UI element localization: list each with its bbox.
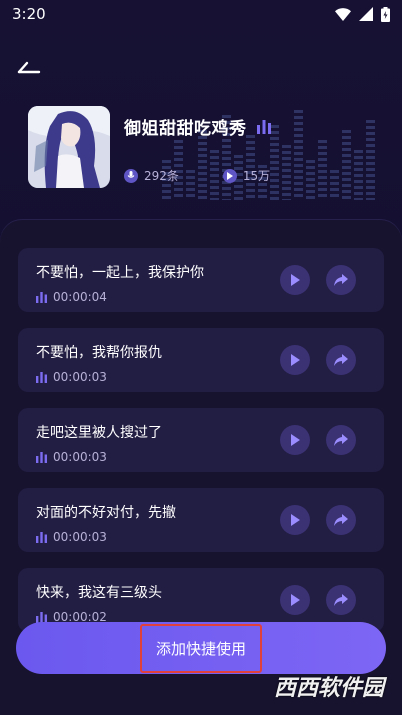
voice-item-duration: 00:00:03 — [36, 370, 107, 384]
play-icon — [291, 354, 300, 366]
play-button[interactable] — [280, 345, 310, 375]
watermark: 西西软件园 — [273, 676, 384, 701]
play-count-icon — [222, 168, 237, 183]
wifi-icon — [335, 7, 351, 21]
play-button[interactable] — [280, 505, 310, 535]
share-icon — [334, 514, 348, 526]
stat-count-value: 292条 — [144, 169, 179, 183]
play-icon — [291, 274, 300, 286]
voice-item[interactable]: 走吧这里被人搜过了 00:00:03 — [18, 408, 384, 472]
stat-plays-value: 15万 — [242, 169, 271, 183]
voice-item[interactable]: 不要怕，一起上，我保护你 00:00:04 — [18, 248, 384, 312]
equalizer-icon — [36, 611, 47, 623]
voice-item-text: 对面的不好对付，先撤 — [36, 505, 176, 521]
voice-item[interactable]: 对面的不好对付，先撤 00:00:03 — [18, 488, 384, 552]
equalizer-icon — [36, 371, 47, 383]
pack-cover-image — [28, 106, 110, 188]
equalizer-icon — [256, 119, 271, 134]
pack-info: 御姐甜甜吃鸡秀 292条 15万 — [124, 106, 271, 188]
play-icon — [291, 594, 300, 606]
pack-title: 御姐甜甜吃鸡秀 — [124, 119, 247, 139]
voice-item-text: 不要怕，一起上，我保护你 — [36, 265, 204, 281]
status-icons — [335, 6, 390, 22]
share-button[interactable] — [326, 345, 356, 375]
status-time: 3:20 — [12, 5, 46, 23]
share-icon — [334, 274, 348, 286]
voice-item-duration: 00:00:04 — [36, 290, 107, 304]
duration-label: 00:00:04 — [53, 290, 107, 304]
share-button[interactable] — [326, 505, 356, 535]
voice-item-text: 走吧这里被人搜过了 — [36, 425, 162, 441]
add-shortcut-label: 添加快捷使用 — [139, 623, 262, 673]
play-button[interactable] — [280, 265, 310, 295]
stat-plays: 15万 — [222, 167, 271, 184]
status-bar: 3:20 — [0, 0, 402, 28]
pack-header: 御姐甜甜吃鸡秀 292条 15万 — [28, 106, 271, 188]
share-icon — [334, 594, 348, 606]
play-icon — [291, 434, 300, 446]
voice-item-text: 快来，我这有三级头 — [36, 585, 162, 601]
duration-label: 00:00:03 — [53, 370, 107, 384]
voice-list: 不要怕，一起上，我保护你 00:00:04 不要怕，我帮你报仇 00:00:03… — [18, 248, 384, 648]
share-icon — [334, 434, 348, 446]
back-arrow-icon — [17, 61, 41, 74]
equalizer-icon — [36, 291, 47, 303]
play-icon — [291, 514, 300, 526]
share-button[interactable] — [326, 585, 356, 615]
screen: 3:20 御姐甜甜吃鸡秀 292条 15万 不要怕，一起上，我保护你 00:00… — [0, 0, 402, 715]
signal-icon — [359, 7, 373, 21]
equalizer-icon — [36, 531, 47, 543]
battery-icon — [381, 6, 390, 22]
back-button[interactable] — [16, 56, 42, 78]
duration-label: 00:00:03 — [53, 450, 107, 464]
voice-item-duration: 00:00:03 — [36, 530, 107, 544]
voice-item-text: 不要怕，我帮你报仇 — [36, 345, 162, 361]
share-icon — [334, 354, 348, 366]
title-row: 御姐甜甜吃鸡秀 — [124, 114, 271, 139]
play-button[interactable] — [280, 425, 310, 455]
voice-item[interactable]: 不要怕，我帮你报仇 00:00:03 — [18, 328, 384, 392]
equalizer-icon — [36, 451, 47, 463]
share-button[interactable] — [326, 265, 356, 295]
voice-item-duration: 00:00:03 — [36, 450, 107, 464]
add-shortcut-button[interactable]: 添加快捷使用 — [16, 622, 386, 674]
play-button[interactable] — [280, 585, 310, 615]
pack-stats: 292条 15万 — [124, 167, 271, 184]
mic-icon — [124, 168, 138, 183]
stat-count: 292条 — [124, 167, 179, 184]
duration-label: 00:00:03 — [53, 530, 107, 544]
share-button[interactable] — [326, 425, 356, 455]
